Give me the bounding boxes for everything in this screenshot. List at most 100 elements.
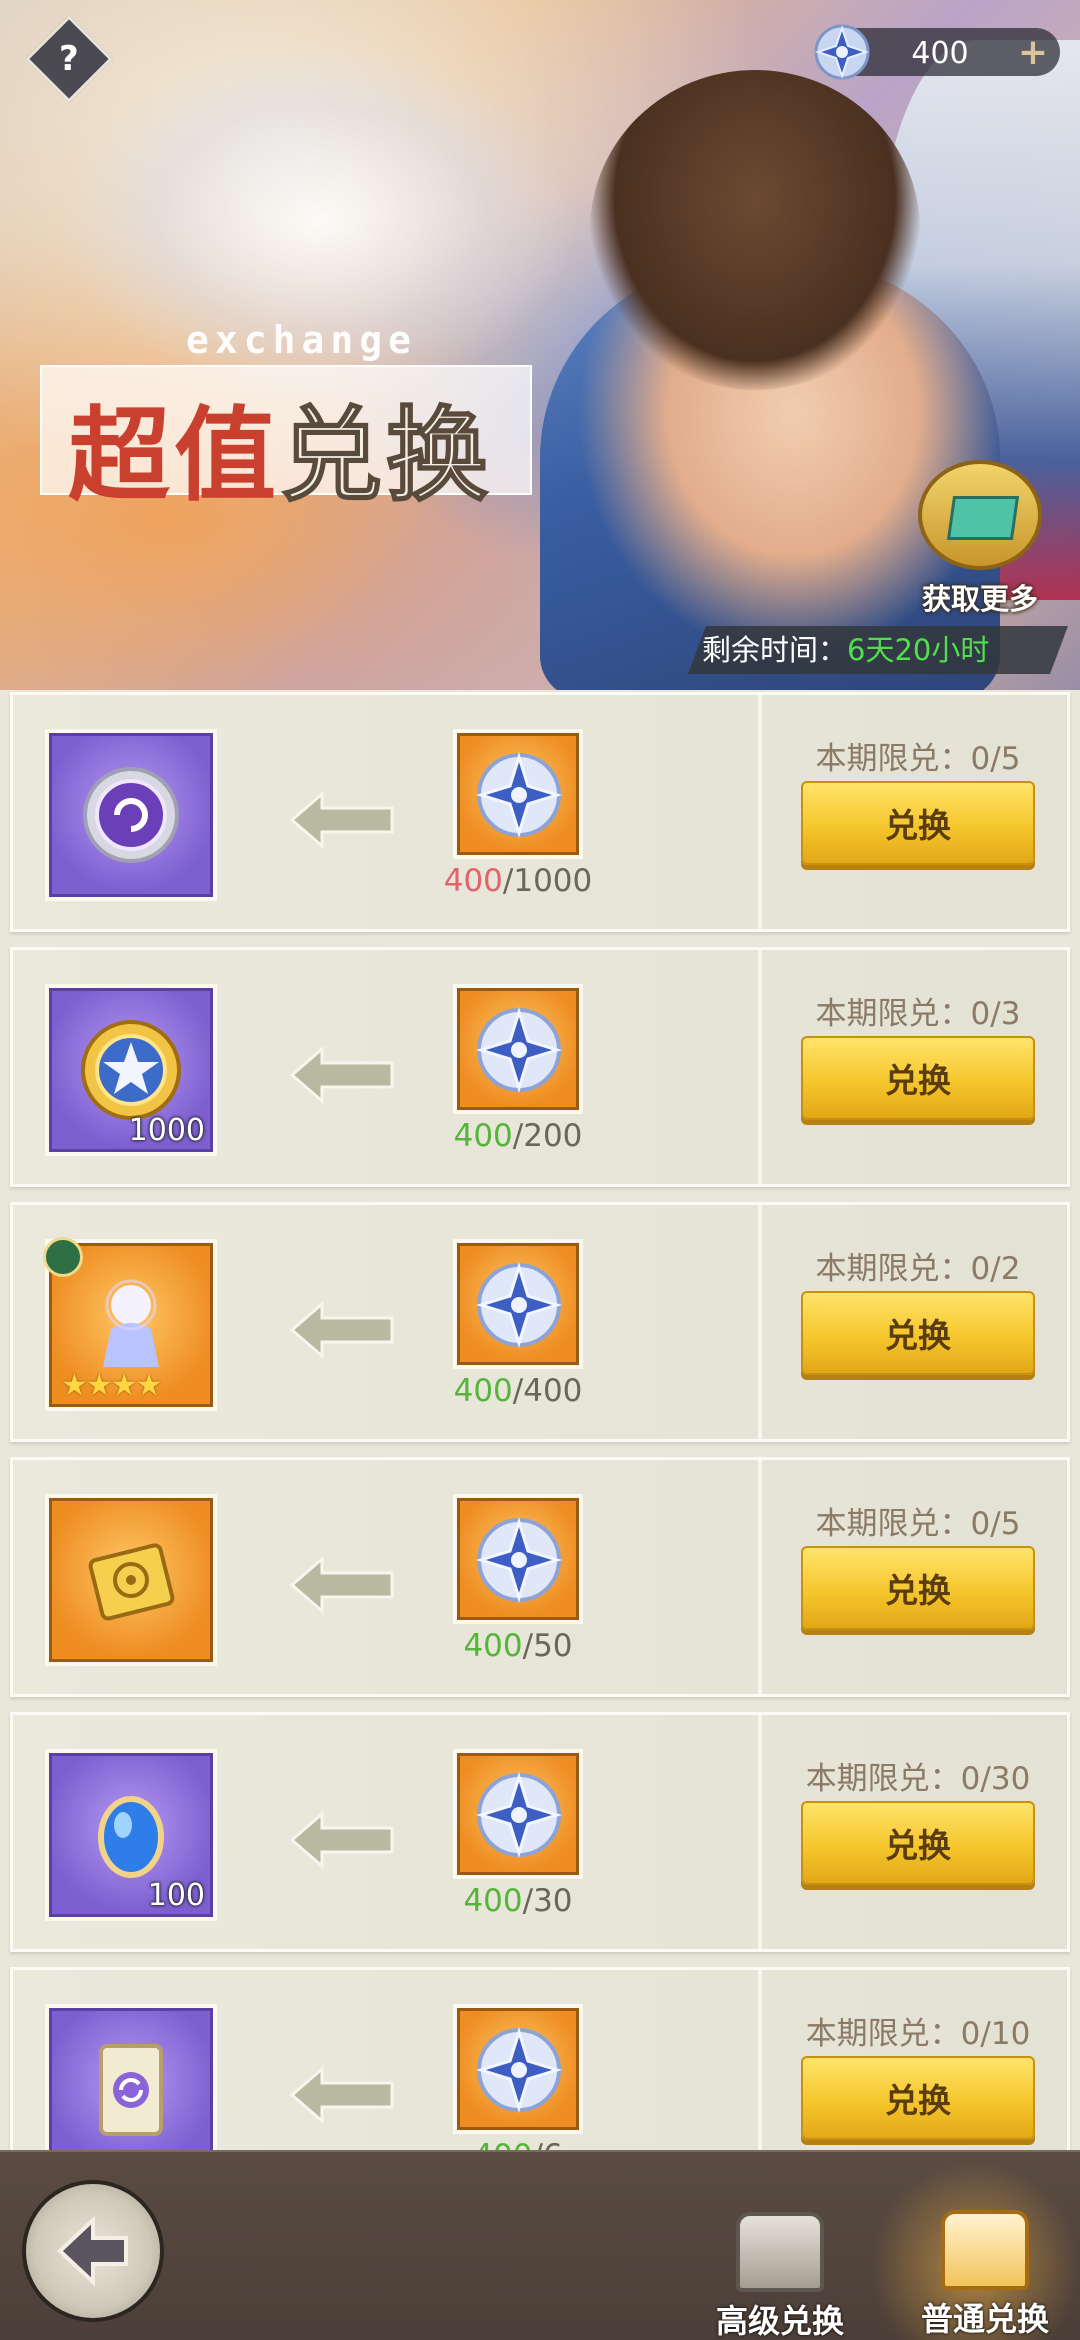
tab-label: 普通兑换	[920, 2300, 1049, 2338]
reward-slot[interactable]	[45, 1494, 217, 1666]
exchange-limit: 本期限兑：0/5	[815, 741, 1021, 777]
chest-icon	[918, 460, 1042, 570]
cost-need: 50	[533, 1628, 573, 1664]
silver-chest-icon	[736, 2212, 824, 2292]
cost-need: 30	[533, 1883, 573, 1919]
cost-need: 6	[543, 2138, 563, 2150]
arrow-left-icon	[289, 1300, 394, 1360]
reward-slot[interactable]	[45, 2004, 217, 2150]
reward-quantity: 1000	[128, 1113, 205, 1148]
get-more-label: 获取更多	[921, 582, 1038, 616]
currency-amount: 400	[911, 36, 969, 71]
exchange-row: 400/50 本期限兑：0/5 兑换	[10, 1457, 1070, 1697]
exchange-row: 1000 400/200 本期限兑：0/3 兑换	[10, 947, 1070, 1187]
redeem-button[interactable]: 兑换	[801, 781, 1035, 865]
star-gem-icon	[475, 2026, 563, 2114]
back-button[interactable]	[22, 2180, 164, 2322]
remaining-time-value: 6天20小时	[847, 633, 990, 667]
purple-emblem-icon	[83, 767, 179, 863]
star-rating: ★★★★	[61, 1368, 163, 1403]
star-gem-icon	[475, 1771, 563, 1859]
banner-subtitle: exchange	[186, 318, 418, 362]
star-gem-icon	[814, 24, 870, 80]
exchange-limit: 本期限兑：0/2	[815, 1251, 1021, 1287]
banner-hero-head	[590, 70, 920, 390]
cost-have: 400	[473, 2138, 532, 2150]
cost-need: 400	[523, 1373, 583, 1409]
gold-chest-icon	[941, 2210, 1029, 2290]
cost-text: 400/6	[413, 2138, 623, 2150]
faction-badge-icon	[43, 1237, 83, 1277]
cost-slot	[453, 1494, 583, 1624]
reward-slot[interactable]	[45, 729, 217, 901]
cost-separator: /	[502, 863, 514, 899]
reward-slot[interactable]: 1000	[45, 984, 217, 1156]
cost-separator: /	[512, 1118, 524, 1154]
banner-title-part1: 超值	[68, 397, 280, 516]
cost-slot	[453, 1749, 583, 1879]
plus-icon[interactable]: +	[1018, 32, 1048, 73]
arrow-left-icon	[289, 2065, 394, 2125]
redeem-button[interactable]: 兑换	[801, 2056, 1035, 2140]
redeem-button[interactable]: 兑换	[801, 1546, 1035, 1630]
exchange-row: 400/1000 本期限兑：0/5 兑换	[10, 692, 1070, 932]
cost-have: 400	[453, 1373, 513, 1409]
cost-slot	[453, 2004, 583, 2134]
exchange-limit: 本期限兑：0/30	[805, 1761, 1031, 1797]
star-gem-icon	[475, 1006, 563, 1094]
cost-slot	[453, 1239, 583, 1369]
exchange-limit: 本期限兑：0/5	[815, 1506, 1021, 1542]
banner-title: 超值兑换	[68, 374, 492, 521]
exchange-limit: 本期限兑：0/10	[805, 2016, 1031, 2052]
star-gem-icon	[475, 1261, 563, 1349]
question-icon: ?	[59, 38, 79, 79]
cost-separator: /	[522, 1883, 534, 1919]
blue-crystal-icon	[98, 1796, 164, 1878]
cost-have: 400	[443, 863, 503, 899]
cost-separator: /	[512, 1373, 524, 1409]
redeem-button[interactable]: 兑换	[801, 1036, 1035, 1120]
cost-slot	[453, 984, 583, 1114]
gold-coin-icon	[81, 1020, 181, 1120]
reward-slot[interactable]: 100	[45, 1749, 217, 1921]
event-banner: ? 400 + exchange 超值兑换 获取更多 剩余时间：6天20小时	[0, 0, 1080, 690]
redeem-button[interactable]: 兑换	[801, 1291, 1035, 1375]
cost-separator: /	[522, 1628, 534, 1664]
help-button[interactable]: ?	[25, 15, 113, 103]
cost-text: 400/400	[413, 1373, 623, 1409]
tab-label: 高级兑换	[715, 2302, 844, 2340]
get-more-button[interactable]: 获取更多	[910, 460, 1050, 616]
tab-normal-exchange[interactable]: 普通兑换	[895, 2210, 1075, 2340]
cost-need: 1000	[513, 863, 593, 899]
banner-title-part2: 兑换	[279, 396, 492, 517]
arrow-left-icon	[289, 1555, 394, 1615]
golden-book-icon	[88, 1543, 175, 1621]
cost-text: 400/30	[413, 1883, 623, 1919]
redeem-button[interactable]: 兑换	[801, 1801, 1035, 1885]
exchange-list[interactable]: 400/1000 本期限兑：0/5 兑换 1000 400/200 本期限兑：0…	[0, 690, 1080, 2150]
cost-have: 400	[453, 1118, 513, 1154]
cost-text: 400/200	[413, 1118, 623, 1154]
arrow-left-icon	[289, 1045, 394, 1105]
reward-quantity: 100	[147, 1878, 205, 1913]
cost-separator: /	[532, 2138, 542, 2150]
exchange-row: 400/6 本期限兑：0/10 兑换	[10, 1967, 1070, 2150]
remaining-time-bar: 剩余时间：6天20小时	[688, 626, 1068, 674]
currency-counter: 400 +	[814, 24, 1060, 80]
star-gem-icon	[475, 1516, 563, 1604]
exchange-row: 100 400/30 本期限兑：0/30 兑换	[10, 1712, 1070, 1952]
cost-have: 400	[463, 1883, 523, 1919]
reward-slot[interactable]: ★★★★	[43, 1237, 217, 1411]
tab-advanced-exchange[interactable]: 高级兑换	[690, 2212, 870, 2340]
cost-slot	[453, 729, 583, 859]
cost-need: 200	[523, 1118, 583, 1154]
exchange-row: ★★★★ 400/400 本期限兑：0/2 兑换	[10, 1202, 1070, 1442]
exchange-limit: 本期限兑：0/3	[815, 996, 1021, 1032]
arrow-left-icon	[289, 790, 394, 850]
back-icon	[57, 2215, 128, 2287]
cost-text: 400/1000	[413, 863, 623, 899]
refresh-scroll-icon	[99, 2044, 163, 2136]
arrow-left-icon	[289, 1810, 394, 1870]
cost-have: 400	[463, 1628, 523, 1664]
cost-text: 400/50	[413, 1628, 623, 1664]
